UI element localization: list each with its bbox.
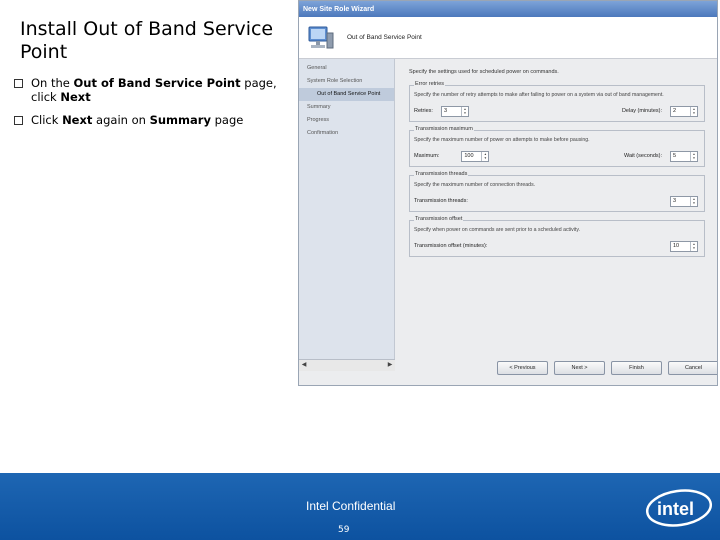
bullet-item: On the Out of Band Service Point page, c… <box>14 76 290 104</box>
offset-stepper[interactable]: 10 ▲ ▼ <box>670 240 698 252</box>
bullet-text-bold: Next <box>62 113 93 127</box>
spin-down-icon[interactable]: ▼ <box>691 111 697 116</box>
wizard-header: Out of Band Service Point <box>299 17 717 59</box>
intel-logo-text: intel <box>657 499 694 519</box>
next-button[interactable]: Next > <box>554 361 605 375</box>
horizontal-scrollbar[interactable]: ◀ ▶ <box>299 359 395 371</box>
group-label: Transmission offset <box>414 216 464 222</box>
group-label: Transmission threads <box>414 171 469 177</box>
group-label: Error retries <box>414 81 446 87</box>
bullet-text: On the Out of Band Service Point page, c… <box>31 76 290 104</box>
confidential-label: Intel Confidential <box>306 499 396 513</box>
bullet-text-part: page <box>210 113 244 127</box>
nav-item-summary[interactable]: Summary <box>299 101 394 114</box>
delay-stepper[interactable]: 2 ▲ ▼ <box>670 105 698 117</box>
wait-label: Wait (seconds): <box>623 153 662 159</box>
retries-stepper[interactable]: 3 ▲ ▼ <box>440 105 469 117</box>
cancel-button[interactable]: Cancel <box>668 361 717 375</box>
transmission-offset-group: Transmission offset Specify when power o… <box>409 216 705 257</box>
offset-value[interactable]: 10 <box>671 243 690 249</box>
threads-stepper[interactable]: 3 ▲ ▼ <box>670 195 698 207</box>
threads-value[interactable]: 3 <box>671 198 690 204</box>
intel-logo-icon: intel <box>645 489 713 527</box>
wizard-header-title: Out of Band Service Point <box>347 34 422 41</box>
page-number: 59 <box>338 525 350 535</box>
maximum-value[interactable]: 100 <box>462 153 481 159</box>
spin-down-icon[interactable]: ▼ <box>482 156 488 161</box>
spin-down-icon[interactable]: ▼ <box>691 201 697 206</box>
bullet-text: Click Next again on Summary page <box>31 113 243 127</box>
wizard-buttons: < Previous Next > Finish Cancel <box>497 361 717 375</box>
group-label: Transmission maximum <box>414 126 474 132</box>
retries-label: Retries: <box>414 108 433 114</box>
bullet-text-part: again on <box>92 113 150 127</box>
nav-item-confirmation[interactable]: Confirmation <box>299 127 394 140</box>
group-description: Specify when power on commands are sent … <box>414 227 580 233</box>
finish-button[interactable]: Finish <box>611 361 662 375</box>
group-description: Specify the maximum number of power on a… <box>414 137 590 143</box>
wizard-nav: General System Role Selection Out of Ban… <box>299 59 395 371</box>
delay-label: Delay (minutes): <box>621 108 662 114</box>
group-description: Specify the number of retry attempts to … <box>414 92 664 98</box>
error-retries-group: Error retries Specify the number of retr… <box>409 81 705 122</box>
maximum-label: Maximum: <box>414 153 440 159</box>
slide-title: Install Out of Band Service Point <box>20 18 274 63</box>
bullet-text-part: On the <box>31 76 74 90</box>
spin-down-icon[interactable]: ▼ <box>462 111 468 116</box>
group-description: Specify the maximum number of connection… <box>414 182 536 188</box>
window-titlebar: New Site Role Wizard <box>299 1 717 17</box>
checkbox-bullet-icon <box>14 116 23 125</box>
bullet-text-bold: Next <box>60 90 91 104</box>
bullet-text-bold: Out of Band Service Point <box>73 76 241 90</box>
window-title: New Site Role Wizard <box>303 5 375 13</box>
wizard-content: Specify the settings used for scheduled … <box>409 69 705 265</box>
spin-down-icon[interactable]: ▼ <box>691 156 697 161</box>
scroll-left-icon[interactable]: ◀ <box>299 360 309 371</box>
delay-value[interactable]: 2 <box>671 108 690 114</box>
computer-icon <box>308 26 334 48</box>
spin-down-icon[interactable]: ▼ <box>691 246 697 251</box>
previous-button[interactable]: < Previous <box>497 361 548 375</box>
bullet-text-bold: Summary <box>149 113 211 127</box>
bullet-text-part: Click <box>31 113 63 127</box>
bullet-list: On the Out of Band Service Point page, c… <box>14 76 290 136</box>
retries-value[interactable]: 3 <box>442 108 461 114</box>
nav-item-general[interactable]: General <box>299 62 394 75</box>
transmission-maximum-group: Transmission maximum Specify the maximum… <box>409 126 705 167</box>
wizard-window: New Site Role Wizard Out of Band Service… <box>298 0 718 386</box>
footer-bar: Intel Confidential 59 intel <box>0 473 720 540</box>
threads-label: Transmission threads: <box>414 198 468 204</box>
maximum-stepper[interactable]: 100 ▲ ▼ <box>461 150 490 162</box>
offset-label: Transmission offset (minutes): <box>414 243 488 249</box>
nav-item-out-of-band-service-point[interactable]: Out of Band Service Point <box>299 88 394 101</box>
transmission-threads-group: Transmission threads Specify the maximum… <box>409 171 705 212</box>
wait-stepper[interactable]: 5 ▲ ▼ <box>670 150 698 162</box>
nav-item-system-role-selection[interactable]: System Role Selection <box>299 75 394 88</box>
checkbox-bullet-icon <box>14 79 23 88</box>
wait-value[interactable]: 5 <box>671 153 690 159</box>
bullet-item: Click Next again on Summary page <box>14 113 290 127</box>
nav-item-progress[interactable]: Progress <box>299 114 394 127</box>
intro-text: Specify the settings used for scheduled … <box>409 69 559 75</box>
scroll-right-icon[interactable]: ▶ <box>385 360 395 371</box>
